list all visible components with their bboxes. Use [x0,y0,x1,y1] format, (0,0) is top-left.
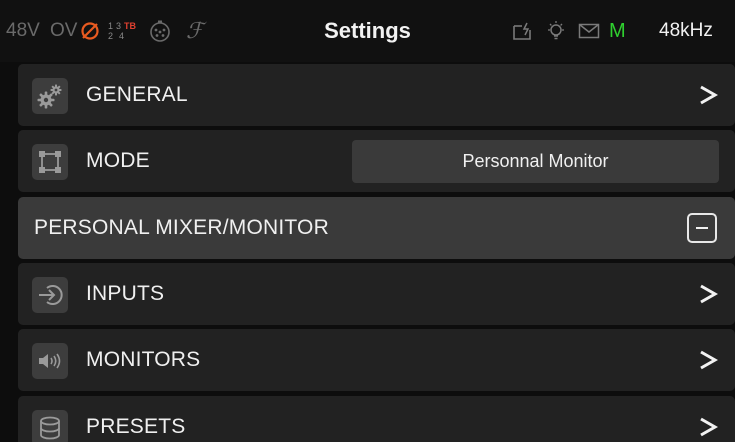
database-icon [32,410,68,442]
chevron-right-icon[interactable] [695,329,721,391]
settings-row-presets[interactable]: PRESETS [18,396,735,442]
settings-row-monitors[interactable]: MONITORS [18,329,735,391]
mic-indicator: M [609,19,626,42]
collapse-button[interactable] [687,213,717,243]
minus-icon [696,227,708,229]
mode-selector[interactable]: Personnal Monitor [352,140,719,183]
row-label-presets: PRESETS [86,415,186,438]
mode-frame-icon [32,144,68,180]
settings-row-mode: MODE Personnal Monitor [18,130,735,192]
channel-indicators: 1 3 TB 2 4 [108,0,136,62]
input-arrow-icon [32,277,68,313]
channel-1: 1 [108,21,114,31]
channel-4: 4 [119,31,125,41]
settings-row-general[interactable]: GENERAL [18,64,735,126]
speaker-icon [32,343,68,379]
row-label-general: GENERAL [86,83,188,106]
row-label-monitors: MONITORS [86,348,201,371]
lightbulb-icon [545,0,569,62]
row-label-mode: MODE [86,149,150,172]
overload-indicator: OV [50,20,78,41]
channel-2: 2 [108,31,114,41]
section-header-personal-mixer[interactable]: PERSONAL MIXER/MONITOR [18,197,735,259]
channel-3: 3 [116,21,122,31]
settings-row-inputs[interactable]: INPUTS [18,263,735,325]
phantom-power-indicator: 48V [6,20,40,41]
status-bar: 48V OV 1 3 TB 2 4 ℱ Settings M 48kHz [0,0,735,62]
section-label: PERSONAL MIXER/MONITOR [34,216,329,239]
dmx-connector-icon [148,0,174,62]
phase-invert-icon [80,0,100,62]
gears-icon [32,78,68,114]
sd-card-icon [512,0,536,62]
row-label-inputs: INPUTS [86,282,165,305]
mail-icon [578,0,602,62]
fx-indicator: ℱ [186,18,204,44]
sample-rate: 48kHz [659,20,713,41]
chevron-right-icon[interactable] [695,396,721,442]
chevron-right-icon[interactable] [695,263,721,325]
talkback-indicator: TB [124,21,137,31]
chevron-right-icon[interactable] [695,64,721,126]
